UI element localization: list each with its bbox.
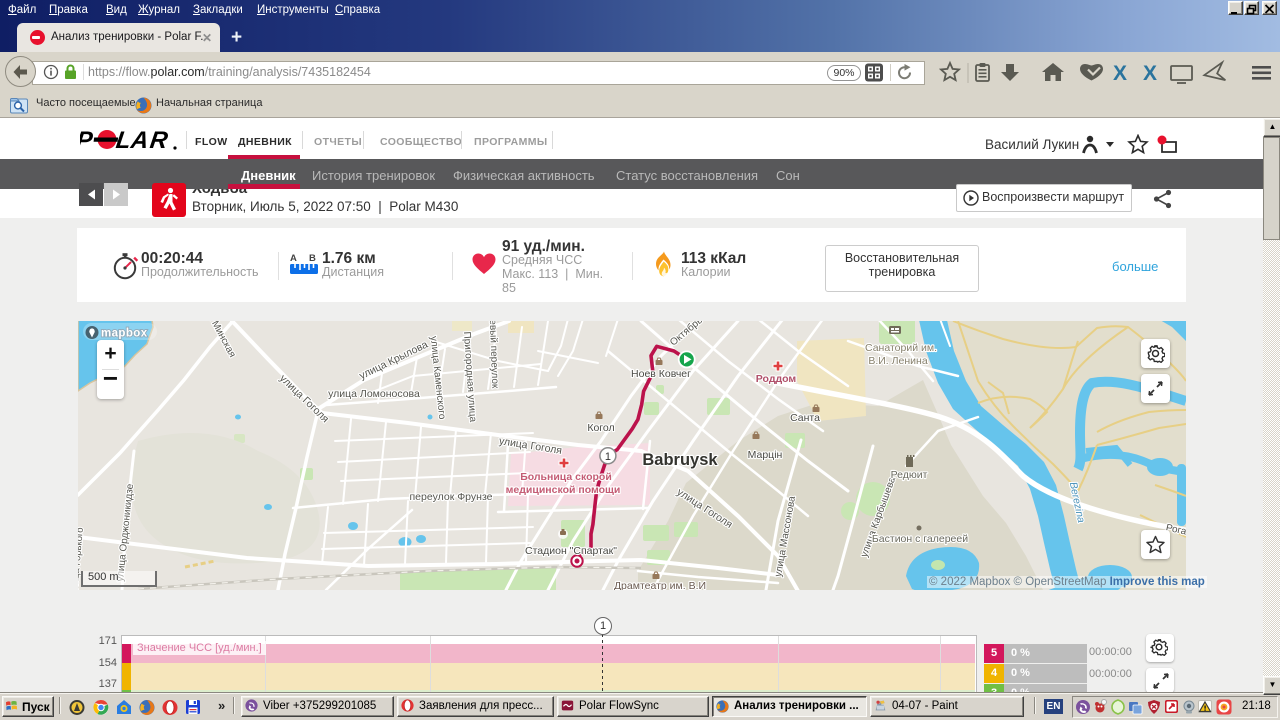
svg-text:Когол: Когол — [587, 422, 614, 434]
svg-text:Санта: Санта — [790, 412, 820, 424]
svg-text:Babruysk: Babruysk — [642, 451, 718, 469]
svg-text:B: B — [309, 253, 316, 264]
svg-text:Драмтеатр им. В.И: Драмтеатр им. В.И — [614, 580, 706, 590]
svg-text:Стадион "Спартак": Стадион "Спартак" — [525, 545, 617, 557]
svg-text:Роддом: Роддом — [756, 373, 797, 385]
svg-text:Бастион с галереей: Бастион с галереей — [872, 533, 968, 545]
svg-text:P: P — [80, 128, 95, 152]
svg-text:Редюит: Редюит — [891, 469, 928, 481]
svg-text:Марцін: Марцін — [748, 449, 783, 461]
svg-text:mapbox: mapbox — [101, 328, 148, 340]
svg-text:Ноев Ковчег: Ноев Ковчег — [631, 368, 691, 380]
svg-text:A: A — [290, 253, 297, 264]
svg-text:Санаторий им.: Санаторий им. — [865, 342, 937, 354]
svg-text:улица Ломоносова: улица Ломоносова — [328, 388, 420, 400]
svg-text:переулок Фрунзе: переулок Фрунзе — [410, 491, 493, 503]
svg-text:медицинской помощи: медицинской помощи — [506, 484, 621, 496]
svg-text:X: X — [1113, 62, 1127, 85]
svg-text:В.И. Ленина: В.И. Ленина — [868, 355, 927, 367]
svg-text:Больница скорой: Больница скорой — [520, 471, 612, 483]
svg-text:X: X — [1143, 62, 1157, 85]
svg-text:A: A — [128, 128, 149, 152]
svg-text:R: R — [148, 128, 170, 152]
svg-text:1: 1 — [605, 451, 611, 463]
